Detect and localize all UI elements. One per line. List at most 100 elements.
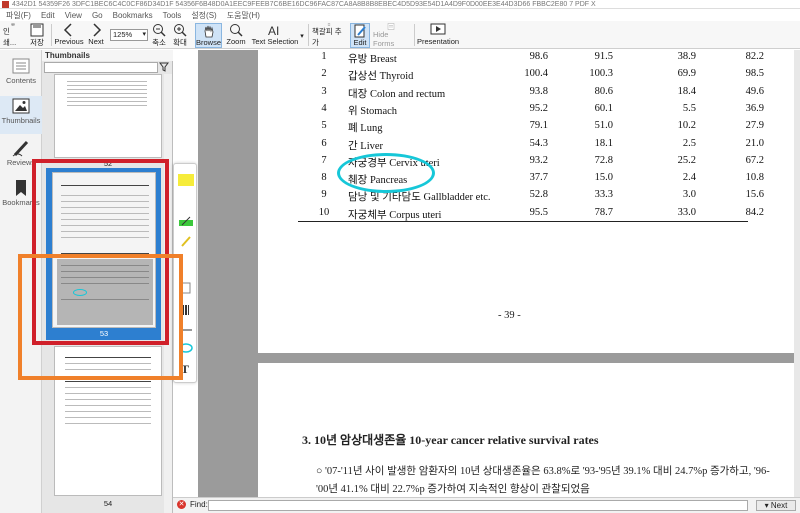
zoom-value: 125% <box>113 30 133 39</box>
document-scrollbar[interactable] <box>794 50 800 497</box>
row-number: 3 <box>321 85 327 97</box>
thumbnail-search-input[interactable] <box>44 62 158 73</box>
add-bookmark-button[interactable]: 책갈피 추가 <box>312 23 346 48</box>
table-row: 9 담낭 및 기타담도 Gallbladder etc. 52.8 33.3 3.0 15… <box>258 189 800 206</box>
window-title: 4342D1 54359F26 3DFC1BEC6C4C0CF86D34D1F … <box>12 1 596 8</box>
zoom-in-icon <box>174 24 187 37</box>
menu-tools[interactable]: Tools <box>163 11 182 20</box>
print-button[interactable]: 인쇄... <box>3 23 23 48</box>
menu-help[interactable]: 도움말(H) <box>227 10 260 21</box>
find-next-button[interactable]: ▾ Next <box>756 500 796 511</box>
section-title: 3. 10년 암상대생존율 10-year cancer relative su… <box>302 433 599 447</box>
menu-view[interactable]: View <box>65 11 82 20</box>
menu-bar: 파일(F) Edit View Go Bookmarks Tools 설정(S)… <box>0 9 800 21</box>
survival-value: 100.3 <box>589 68 613 80</box>
ellipse-annotation[interactable] <box>337 153 435 193</box>
next-button[interactable]: Next <box>86 23 106 48</box>
sticky-note-icon[interactable] <box>178 174 194 186</box>
chevron-down-icon: ▾ <box>300 33 304 40</box>
toolbar-divider <box>51 24 52 46</box>
cancer-site: 자궁체부 Corpus uteri <box>348 209 442 221</box>
text-selection-dropdown[interactable]: ▾ <box>299 23 305 48</box>
find-input[interactable] <box>208 500 748 511</box>
highlight-icon[interactable] <box>178 216 194 228</box>
table-bottom-border <box>298 221 748 222</box>
presentation-button[interactable]: Presentation <box>417 23 459 48</box>
browse-label: Browse <box>196 38 222 47</box>
table-row: 5 폐 Lung 79.1 51.0 10.2 27.9 <box>258 120 800 137</box>
menu-settings[interactable]: 설정(S) <box>191 10 216 21</box>
browse-tool-button[interactable]: Browse <box>195 23 222 48</box>
previous-button[interactable]: Previous <box>54 23 84 48</box>
row-number: 8 <box>321 172 327 184</box>
close-find-button[interactable]: ✕ <box>177 500 186 509</box>
zoom-select[interactable]: 125% ▾ <box>110 29 148 41</box>
table-row: 1 유방 Breast 98.6 91.5 38.9 82.2 <box>258 51 800 68</box>
survival-value: 37.7 <box>529 172 548 184</box>
row-number: 4 <box>321 102 327 114</box>
row-number: 5 <box>321 120 327 132</box>
magnifier-icon <box>230 24 243 37</box>
rail-thumbnails[interactable]: Thumbnails <box>0 96 42 134</box>
cancer-site: 폐 Lung <box>348 123 383 135</box>
menu-edit[interactable]: Edit <box>41 11 55 20</box>
rail-contents[interactable]: Contents <box>0 56 42 94</box>
thumbnail-text-line <box>67 89 147 90</box>
menu-go[interactable]: Go <box>92 11 103 20</box>
row-number: 10 <box>318 206 330 218</box>
page-number: - 39 - <box>498 310 521 321</box>
survival-value: 93.8 <box>529 85 548 97</box>
find-next-label: Next <box>770 501 788 510</box>
pen-icon <box>12 140 29 157</box>
toolbar: 인쇄... 저장 Previous Next 125% ▾ 축소 확대 Brow… <box>0 21 800 49</box>
survival-value: 18.4 <box>677 85 696 97</box>
survival-value: 10.8 <box>745 172 764 184</box>
title-bar: 4342D1 54359F26 3DFC1BEC6C4C0CF86D34D1F … <box>0 0 800 9</box>
bookmark-icon <box>16 180 26 196</box>
menu-file[interactable]: 파일(F) <box>6 10 31 21</box>
filter-icon[interactable] <box>159 62 169 72</box>
table-row: 6 간 Liver 54.3 18.1 2.5 21.0 <box>258 138 800 155</box>
zoom-in-button[interactable]: 확대 <box>171 23 189 48</box>
pdf-page-40: 3. 10년 암상대생존율 10-year cancer relative su… <box>258 363 800 497</box>
pdf-page-39: 1 유방 Breast 98.6 91.5 38.9 82.2 2 갑상선 Thyroid 10… <box>258 50 800 353</box>
zoom-out-button[interactable]: 축소 <box>150 23 168 48</box>
survival-value: 72.8 <box>594 154 613 166</box>
hide-forms-button[interactable]: Hide Forms <box>373 23 409 48</box>
survival-value: 2.4 <box>682 172 696 184</box>
thumbnail-page-52[interactable] <box>54 74 162 158</box>
thumbnail-text-line <box>67 105 147 106</box>
previous-label: Previous <box>54 37 84 46</box>
save-button[interactable]: 저장 <box>27 23 47 48</box>
survival-value: 67.2 <box>745 154 764 166</box>
zoom-out-icon <box>153 24 166 37</box>
survival-value: 33.3 <box>594 189 613 201</box>
chevron-down-icon: ▾ <box>142 31 146 38</box>
menu-bookmarks[interactable]: Bookmarks <box>113 11 153 20</box>
row-number: 1 <box>321 51 327 62</box>
zoom-tool-button[interactable]: Zoom <box>224 23 248 48</box>
survival-value: 93.2 <box>529 154 548 166</box>
survival-value: 80.6 <box>594 85 613 97</box>
edit-button[interactable]: Edit <box>350 23 370 48</box>
save-label: 저장 <box>30 38 44 47</box>
chevron-right-icon <box>93 23 102 37</box>
survival-value: 100.4 <box>524 68 548 80</box>
survival-value: 2.5 <box>682 137 696 149</box>
zoom-in-label: 확대 <box>173 38 187 47</box>
edit-label: Edit <box>353 38 367 47</box>
survival-value: 54.3 <box>529 137 548 149</box>
document-viewer[interactable]: 1 유방 Breast 98.6 91.5 38.9 82.2 2 갑상선 Thyroid 10… <box>198 50 800 497</box>
thumbnail-text-line <box>67 97 147 98</box>
thumbnail-text-line <box>67 93 147 94</box>
text-selection-button[interactable]: AI Text Selection <box>251 23 299 48</box>
survival-value: 52.8 <box>529 189 548 201</box>
survival-value: 98.5 <box>745 68 764 80</box>
zoom-label: Zoom <box>226 37 246 46</box>
thumbnail-text-line <box>65 399 151 400</box>
underline-icon[interactable] <box>178 236 194 248</box>
orange-highlight-box <box>18 254 183 380</box>
survival-value: 51.0 <box>594 120 613 132</box>
thumbnail-text-line <box>65 417 151 418</box>
thumbnail-text-line <box>65 387 151 388</box>
